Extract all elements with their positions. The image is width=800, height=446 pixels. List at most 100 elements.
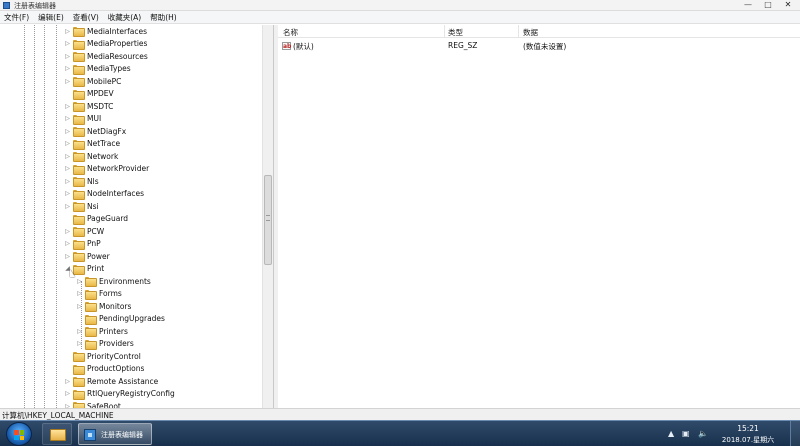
taskbar-explorer-button[interactable]: [42, 423, 72, 445]
expand-arrow-icon[interactable]: ▷: [76, 325, 83, 337]
column-divider[interactable]: [518, 25, 519, 38]
tree-item[interactable]: ▷ MediaInterfaces: [64, 25, 147, 37]
tree-item[interactable]: ▷ Power: [64, 250, 110, 262]
tree-item[interactable]: ▷ Printers: [76, 325, 128, 337]
folder-icon: [73, 102, 85, 112]
expand-arrow-icon[interactable]: ▷: [64, 400, 71, 409]
expand-arrow-icon[interactable]: ▷: [64, 100, 71, 112]
windows-start-icon: [14, 430, 24, 440]
clock-time[interactable]: 15:21: [718, 424, 778, 433]
column-header-type[interactable]: 类型: [448, 27, 463, 38]
title-bar: 注册表编辑器 — □ ✕: [0, 0, 800, 11]
menu-edit[interactable]: 编辑(E): [38, 12, 64, 23]
tree-item[interactable]: ▷ MediaResources: [64, 50, 148, 62]
expand-arrow-icon[interactable]: ▷: [64, 375, 71, 387]
tree-item[interactable]: PriorityControl: [64, 350, 141, 362]
tree-item[interactable]: ▷ NetDiagFx: [64, 125, 126, 137]
tree-item[interactable]: ▷ MediaProperties: [64, 38, 147, 50]
expand-arrow-icon[interactable]: ▷: [64, 188, 71, 200]
expand-arrow-icon[interactable]: ▷: [64, 75, 71, 87]
expand-arrow-icon[interactable]: ▷: [64, 238, 71, 250]
expand-arrow-icon[interactable]: ▷: [64, 125, 71, 137]
taskbar-regedit-label: 注册表编辑器: [101, 431, 143, 439]
show-desktop-button[interactable]: [790, 421, 800, 446]
tree-item[interactable]: ▷ Environments: [76, 275, 151, 287]
tree-item[interactable]: ▷ NodeInterfaces: [64, 188, 144, 200]
tree-item[interactable]: ▷ MobilePC: [64, 75, 121, 87]
window-title: 注册表编辑器: [14, 2, 56, 10]
tree-item-label: PriorityControl: [87, 351, 141, 361]
expand-arrow-icon[interactable]: ▷: [64, 113, 71, 125]
expand-arrow-icon[interactable]: ▷: [64, 175, 71, 187]
tree-item[interactable]: ▷ MUI: [64, 113, 101, 125]
menu-help[interactable]: 帮助(H): [150, 12, 177, 23]
registry-tree[interactable]: ▷ MediaInterfaces ▷ MediaProperties ▷ MediaRe…: [0, 25, 274, 408]
column-header-name[interactable]: 名称: [283, 27, 298, 38]
tree-item[interactable]: ▷ MSDTC: [64, 100, 113, 112]
column-header-data[interactable]: 数据: [523, 27, 538, 38]
minimize-button[interactable]: —: [738, 0, 758, 11]
expand-arrow-icon[interactable]: ▷: [64, 63, 71, 75]
menu-favorites[interactable]: 收藏夹(A): [108, 12, 141, 23]
folder-icon: [73, 64, 85, 75]
explorer-folder-icon: [50, 429, 66, 441]
column-divider[interactable]: [444, 25, 445, 38]
menu-view[interactable]: 查看(V): [73, 12, 99, 23]
tree-item[interactable]: ProductOptions: [64, 363, 144, 375]
close-button[interactable]: ✕: [778, 0, 798, 11]
expand-arrow-icon[interactable]: ▷: [64, 50, 71, 62]
expand-arrow-icon[interactable]: ▷: [64, 150, 71, 162]
tree-item[interactable]: ▷ RtlQueryRegistryConfig: [64, 388, 175, 400]
value-row[interactable]: ab (默认) REG_SZ (数值未设置): [278, 40, 800, 52]
tree-item[interactable]: ▷ Nls: [64, 175, 99, 187]
folder-icon: [73, 127, 85, 137]
values-list[interactable]: 名称 类型 数据 ab (默认) REG_SZ (数值未设置): [278, 25, 800, 408]
tray-arrow-icon[interactable]: ▲: [668, 429, 674, 438]
expand-arrow-icon[interactable]: ▷: [76, 338, 83, 350]
tree-item[interactable]: ▷ Forms: [76, 288, 122, 300]
expand-arrow-icon[interactable]: ▷: [76, 275, 83, 287]
tree-item[interactable]: MPDEV: [64, 88, 114, 100]
tree-item-label: MUI: [87, 114, 102, 123]
tree-item[interactable]: ▷ NetTrace: [64, 138, 120, 150]
window-controls: — □ ✕: [738, 0, 798, 11]
expand-arrow-icon[interactable]: ▷: [64, 38, 71, 50]
tree-item-label: Nsi: [87, 201, 99, 211]
tree-guide-line: [24, 25, 25, 408]
expand-arrow-icon[interactable]: ▷: [64, 25, 71, 37]
tree-item-label: MSDTC: [87, 101, 114, 111]
expand-arrow-icon[interactable]: ▷: [64, 163, 71, 175]
tree-item-label: PageGuard: [87, 214, 129, 223]
tree-item[interactable]: PendingUpgrades: [76, 313, 165, 325]
tree-item[interactable]: ▷ Remote Assistance: [64, 375, 158, 387]
tree-item[interactable]: ▷ PCW: [64, 225, 104, 237]
tree-item[interactable]: ▷ Monitors: [76, 300, 131, 312]
expand-arrow-icon[interactable]: ▷: [64, 200, 71, 212]
menu-file[interactable]: 文件(F): [4, 12, 29, 23]
taskbar-regedit-button[interactable]: 注册表编辑器: [78, 423, 152, 445]
tree-item[interactable]: ▷ PnP: [64, 238, 101, 250]
expand-arrow-icon[interactable]: ▷: [64, 250, 71, 262]
tree-item[interactable]: PageGuard: [64, 213, 128, 225]
tree-scrollbar[interactable]: [262, 25, 273, 408]
tree-item[interactable]: ▷ MediaTypes: [64, 63, 131, 75]
clock-date[interactable]: 2018.07.星期六: [718, 435, 778, 445]
network-icon[interactable]: ▣: [682, 429, 690, 438]
expand-arrow-icon[interactable]: ▷: [64, 138, 71, 150]
start-button[interactable]: [6, 422, 32, 446]
tree-item[interactable]: ▷ Network: [64, 150, 118, 162]
expand-arrow-icon[interactable]: ▷: [76, 288, 83, 300]
menu-bar: 文件(F) 编辑(E) 查看(V) 收藏夹(A) 帮助(H): [0, 11, 800, 24]
tree-item[interactable]: ▷ Nsi: [64, 200, 99, 212]
tree-item[interactable]: ▷ SafeBoot: [64, 400, 121, 408]
tree-item-label: MPDEV: [87, 89, 114, 98]
maximize-button[interactable]: □: [758, 0, 778, 11]
expand-arrow-icon[interactable]: ▷: [64, 388, 71, 400]
expand-arrow-icon[interactable]: ▷: [64, 225, 71, 237]
tree-item[interactable]: ▷ Providers: [76, 338, 134, 350]
tree-item[interactable]: ▷ NetworkProvider: [64, 163, 149, 175]
volume-icon[interactable]: 🔈: [698, 429, 708, 438]
expand-arrow-icon[interactable]: ▷: [76, 300, 83, 312]
